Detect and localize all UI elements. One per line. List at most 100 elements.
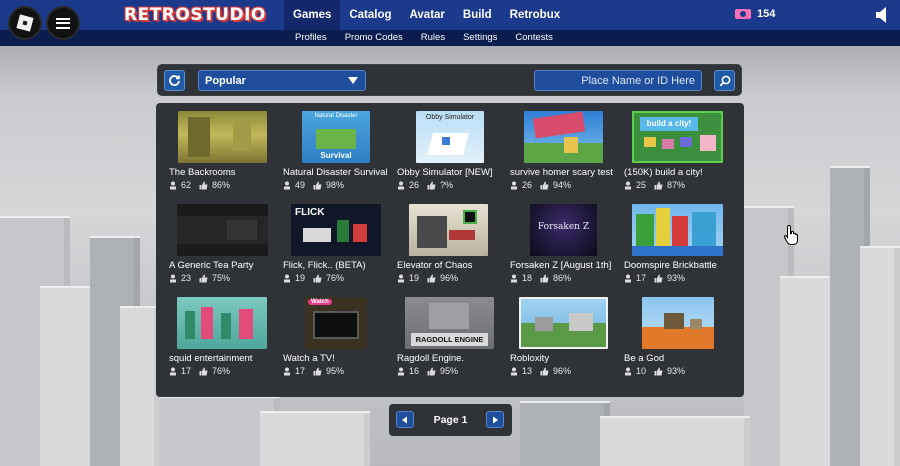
game-thumbnail[interactable]: Obby Simulator [416,111,484,163]
nav-games[interactable]: Games [284,0,341,30]
game-thumbnail[interactable]: build a city! [632,111,723,163]
game-stats: 16 95% [397,366,458,376]
refresh-icon [169,75,180,86]
nav-catalog[interactable]: Catalog [340,0,400,30]
game-card[interactable]: Watch Watch a TV! 17 95% [283,297,401,381]
player-icon [170,181,176,189]
subnav-promo-codes[interactable]: Promo Codes [336,30,412,46]
sort-dropdown[interactable]: Popular [198,70,366,91]
game-card[interactable]: FLICK Flick, Flick.. (BETA) 19 76% [283,204,401,288]
rating: 75% [212,273,231,283]
game-title[interactable]: A Generic Tea Party [169,260,293,271]
refresh-button[interactable] [164,70,185,91]
game-title[interactable]: The Backrooms [169,167,293,178]
menu-button[interactable] [46,6,80,40]
game-stats: 26 94% [510,180,571,190]
rating: 86% [553,273,572,283]
player-count: 25 [636,180,647,190]
nav-avatar[interactable]: Avatar [401,0,454,30]
subnav-settings[interactable]: Settings [454,30,506,46]
player-icon [511,367,517,375]
game-thumbnail[interactable] [177,204,268,256]
search-button[interactable] [714,70,735,91]
game-title[interactable]: Doomspire Brickbattle [624,260,748,271]
nav-retrobux[interactable]: Retrobux [501,0,569,30]
rating: 95% [326,366,345,376]
game-thumbnail[interactable]: Watch [305,297,367,349]
rating: 96% [440,273,459,283]
game-card[interactable]: squid entertainment 17 76% [169,297,287,381]
game-card[interactable]: build a city! (150K) build a city! 25 87… [624,111,742,195]
speaker-icon[interactable] [874,6,892,24]
games-panel: The Backrooms 62 86% Natural Disaster Su… [156,103,744,397]
game-thumbnail[interactable] [632,204,723,256]
thumbs-up-icon [540,274,549,282]
game-thumbnail[interactable] [642,297,714,349]
game-title[interactable]: Natural Disaster Survival [283,167,407,178]
rating: 93% [667,273,686,283]
thumbs-up-icon [540,181,549,189]
game-thumbnail[interactable]: FLICK [291,204,381,256]
game-thumbnail[interactable] [177,297,267,349]
player-count: 16 [409,366,420,376]
game-title[interactable]: Robloxity [510,353,634,364]
player-icon [625,181,631,189]
subnav-contests[interactable]: Contests [506,30,562,46]
player-icon [284,181,290,189]
main-nav: Games Catalog Avatar Build Retrobux [284,0,569,30]
game-thumbnail[interactable] [524,111,603,163]
game-card[interactable]: The Backrooms 62 86% [169,111,287,195]
game-card[interactable]: Robloxity 13 96% [510,297,628,381]
search-input[interactable] [534,70,702,91]
game-thumbnail[interactable]: Forsaken Z [530,204,597,256]
game-title[interactable]: survive homer scary test [510,167,634,178]
pagination: Page 1 [389,404,512,436]
currency-balance[interactable]: 154 [735,8,775,20]
rating: 76% [212,366,231,376]
game-thumbnail[interactable] [519,297,608,349]
player-icon [511,274,517,282]
subnav-rules[interactable]: Rules [412,30,454,46]
game-title[interactable]: Ragdoll Engine. [397,353,521,364]
game-card[interactable]: Forsaken Z Forsaken Z [August 1th] 18 86… [510,204,628,288]
thumb-caption: FLICK [295,207,325,218]
hand-cursor-icon [783,224,798,245]
game-title[interactable]: (150K) build a city! [624,167,748,178]
game-title[interactable]: Forsaken Z [August 1th] [510,260,634,271]
game-thumbnail[interactable] [178,111,267,163]
game-card[interactable]: Be a God 10 93% [624,297,742,381]
nav-build[interactable]: Build [454,0,501,30]
game-title[interactable]: Obby Simulator [NEW] [397,167,521,178]
thumb-caption: RAGDOLL ENGINE [411,333,488,346]
arrow-right-icon [493,416,498,423]
game-title[interactable]: Watch a TV! [283,353,407,364]
thumbs-up-icon [313,181,322,189]
game-title[interactable]: Elevator of Chaos [397,260,521,271]
game-card[interactable]: survive homer scary test 26 94% [510,111,628,195]
subnav-profiles[interactable]: Profiles [286,30,336,46]
game-card[interactable]: A Generic Tea Party 23 75% [169,204,287,288]
thumbs-up-icon [427,274,436,282]
game-thumbnail[interactable]: RAGDOLL ENGINE [405,297,494,349]
game-card[interactable]: Elevator of Chaos 19 96% [397,204,515,288]
game-title[interactable]: Be a God [624,353,748,364]
game-title[interactable]: squid entertainment [169,353,293,364]
game-stats: 19 76% [283,273,344,283]
player-count: 19 [295,273,306,283]
rating: 96% [553,366,572,376]
game-card[interactable]: Obby Simulator Obby Simulator [NEW] 26 ?… [397,111,515,195]
game-stats: 19 96% [397,273,458,283]
next-page-button[interactable] [486,411,504,428]
game-thumbnail[interactable] [409,204,488,256]
player-count: 17 [636,273,647,283]
rating: 76% [326,273,345,283]
game-card[interactable]: Doomspire Brickbattle 17 93% [624,204,742,288]
game-card[interactable]: Natural Disaster Survival Natural Disast… [283,111,401,195]
roblox-logo-icon [16,14,34,32]
home-logo-button[interactable] [8,6,42,40]
game-title[interactable]: Flick, Flick.. (BETA) [283,260,407,271]
brand-logo[interactable]: RETROSTUDIO [124,5,266,25]
game-card[interactable]: RAGDOLL ENGINE Ragdoll Engine. 16 95% [397,297,515,381]
game-stats: 23 75% [169,273,230,283]
game-thumbnail[interactable]: Natural Disaster Survival [302,111,370,163]
